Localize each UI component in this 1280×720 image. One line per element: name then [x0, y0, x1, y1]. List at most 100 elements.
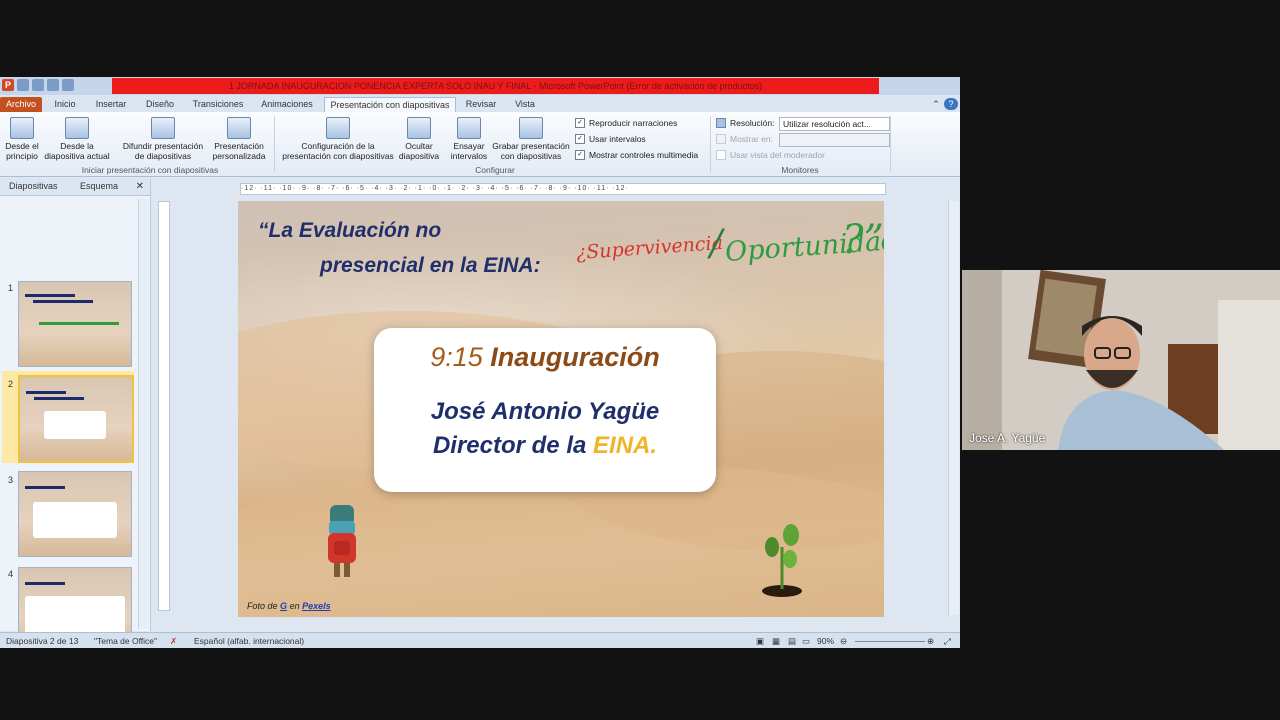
slide-sorter-icon[interactable]: ▦ [772, 636, 780, 647]
vertical-ruler [158, 201, 170, 611]
tab-revisar[interactable]: Revisar [462, 97, 500, 112]
zoom-slider[interactable] [855, 641, 925, 642]
role-prefix: Director de la [432, 432, 587, 459]
slide-number: 4 [8, 569, 14, 579]
backpacker-illustration [328, 505, 356, 577]
broadcast-button[interactable]: Difundir presentación de diapositivas [118, 117, 208, 161]
question-mark-text: ?” [842, 217, 884, 263]
video-participant-tile: Jose A. Yagüe [962, 270, 1280, 450]
show-on-select[interactable] [779, 133, 890, 147]
speaker-role: Director de la EINA. [374, 432, 716, 460]
thumb-title-line [26, 391, 66, 394]
zoom-level[interactable]: 90% [817, 636, 834, 646]
save-icon[interactable] [17, 79, 29, 91]
play-narrations-checkbox[interactable]: ✓ Reproducir narraciones [575, 118, 677, 128]
zoom-in-icon[interactable]: ⊕ [927, 636, 934, 647]
slides-pane-scrollbar[interactable] [138, 199, 149, 629]
tab-vista[interactable]: Vista [510, 97, 540, 112]
slideshow-view-icon[interactable]: ▭ [802, 636, 810, 647]
thumb-card [33, 502, 117, 538]
credit-mid: en [289, 601, 300, 611]
slide-thumbnail-3[interactable] [18, 471, 132, 557]
fit-slide-icon[interactable]: ⤢ [944, 636, 951, 647]
setup-show-button[interactable]: Configuración de la presentación con dia… [278, 117, 398, 161]
ribbon-separator [274, 116, 275, 172]
powerpoint-icon[interactable]: P [2, 79, 14, 91]
slides-pane-tabs: Diapositivas Esquema ✕ [0, 179, 150, 196]
rehearse-icon [457, 117, 481, 139]
credit-site-link[interactable]: Pexels [302, 601, 331, 611]
tab-presentacion[interactable]: Presentación con diapositivas [324, 97, 456, 113]
check-icon: ✓ [575, 150, 585, 160]
slide-scrollbar[interactable] [948, 201, 959, 615]
event-time: 9:15 [430, 342, 483, 372]
powerpoint-window: P 1 JORNADA INAUGURACION PONENCIA EXPERT… [0, 77, 960, 648]
slide-edit-area: ·12· ·11· ·10· ·9· ·8· ·7· ·6· ·5· ·4· ·… [152, 179, 960, 631]
credit-prefix: Foto de [247, 601, 278, 611]
minimize-ribbon-icon[interactable]: ⌃ [930, 97, 942, 112]
theme-name: "Tema de Office" [94, 636, 158, 646]
undo-icon[interactable] [32, 79, 44, 91]
record-clock-icon [519, 117, 543, 139]
language[interactable]: Español (alfab. internacional) [194, 636, 304, 646]
custom-show-icon [227, 117, 251, 139]
tab-insertar[interactable]: Insertar [92, 97, 130, 112]
show-on-label: Mostrar en: [716, 134, 773, 144]
monitor-icon [716, 134, 726, 144]
thumb-title-line [25, 486, 65, 489]
help-icon[interactable]: ? [944, 98, 958, 110]
rehearse-timings-button[interactable]: Ensayar intervalos [448, 117, 490, 161]
unchecked-box-icon [716, 150, 726, 160]
setup-show-icon [326, 117, 350, 139]
spellcheck-icon[interactable]: ✗ [170, 636, 177, 647]
close-icon[interactable]: ✕ [136, 181, 144, 192]
event-name: Inauguración [490, 342, 660, 372]
tab-inicio[interactable]: Inicio [50, 97, 80, 112]
ribbon: Desde el principio Desde la diapositiva … [0, 112, 960, 177]
group-label-monitors: Monitores [781, 165, 819, 175]
photo-credit: Foto de G en Pexels [247, 601, 331, 611]
redo-icon[interactable] [47, 79, 59, 91]
reading-view-icon[interactable]: ▤ [788, 636, 796, 647]
slide-title-line-2: presencial en la EINA: [320, 254, 541, 277]
tab-esquema[interactable]: Esquema [80, 181, 118, 191]
slideshow-current-icon [65, 117, 89, 139]
plant-sprout-illustration [762, 524, 802, 597]
presenter-view-checkbox[interactable]: Usar vista del moderador [716, 150, 825, 160]
use-timings-checkbox[interactable]: ✓ Usar intervalos [575, 134, 646, 144]
hide-slide-button[interactable]: Ocultar diapositiva [396, 117, 442, 161]
slide-thumbnail-1[interactable] [18, 281, 132, 367]
check-icon: ✓ [575, 118, 585, 128]
credit-author-link[interactable]: G [280, 601, 287, 611]
from-current-slide-button[interactable]: Desde la diapositiva actual [42, 117, 112, 161]
tab-diapositivas[interactable]: Diapositivas [9, 181, 58, 191]
from-beginning-button[interactable]: Desde el principio [3, 117, 41, 161]
thumb-title-line [25, 582, 65, 585]
window-title: 1 JORNADA INAUGURACION PONENCIA EXPERTA … [112, 78, 879, 94]
tab-archivo[interactable]: Archivo [0, 97, 42, 112]
title-bar: P 1 JORNADA INAUGURACION PONENCIA EXPERT… [0, 77, 960, 95]
resolution-label: Resolución: [716, 118, 774, 128]
broadcast-icon [151, 117, 175, 139]
custom-show-button[interactable]: Presentación personalizada [206, 117, 272, 161]
resolution-select[interactable]: Utilizar resolución act... [779, 117, 890, 131]
group-label-start: Iniciar presentación con diapositivas [81, 165, 219, 175]
tab-diseno[interactable]: Diseño [142, 97, 178, 112]
tab-animaciones[interactable]: Animaciones [258, 97, 316, 112]
slide-thumbnail-2[interactable] [18, 375, 134, 463]
hide-slide-icon [407, 117, 431, 139]
current-slide[interactable]: “La Evaluación no presencial en la EINA:… [238, 201, 884, 617]
group-label-setup: Configurar [475, 165, 515, 175]
slideshow-start-icon[interactable] [62, 79, 74, 91]
zoom-out-icon[interactable]: ⊖ [840, 636, 847, 647]
slash-text: / [710, 223, 723, 264]
tab-transiciones[interactable]: Transiciones [190, 97, 246, 112]
slide-number: 2 [8, 379, 14, 389]
show-media-controls-checkbox[interactable]: ✓ Mostrar controles multimedia [575, 150, 698, 160]
slide-title-line-1: “La Evaluación no [258, 219, 442, 242]
event-time-line: 9:15 Inauguración [374, 342, 716, 373]
record-show-button[interactable]: Grabar presentación con diapositivas [490, 117, 572, 161]
slides-pane: Diapositivas Esquema ✕ 1 2 3 4 5 [0, 179, 151, 648]
normal-view-icon[interactable]: ▣ [756, 636, 764, 647]
ribbon-separator [710, 116, 711, 172]
